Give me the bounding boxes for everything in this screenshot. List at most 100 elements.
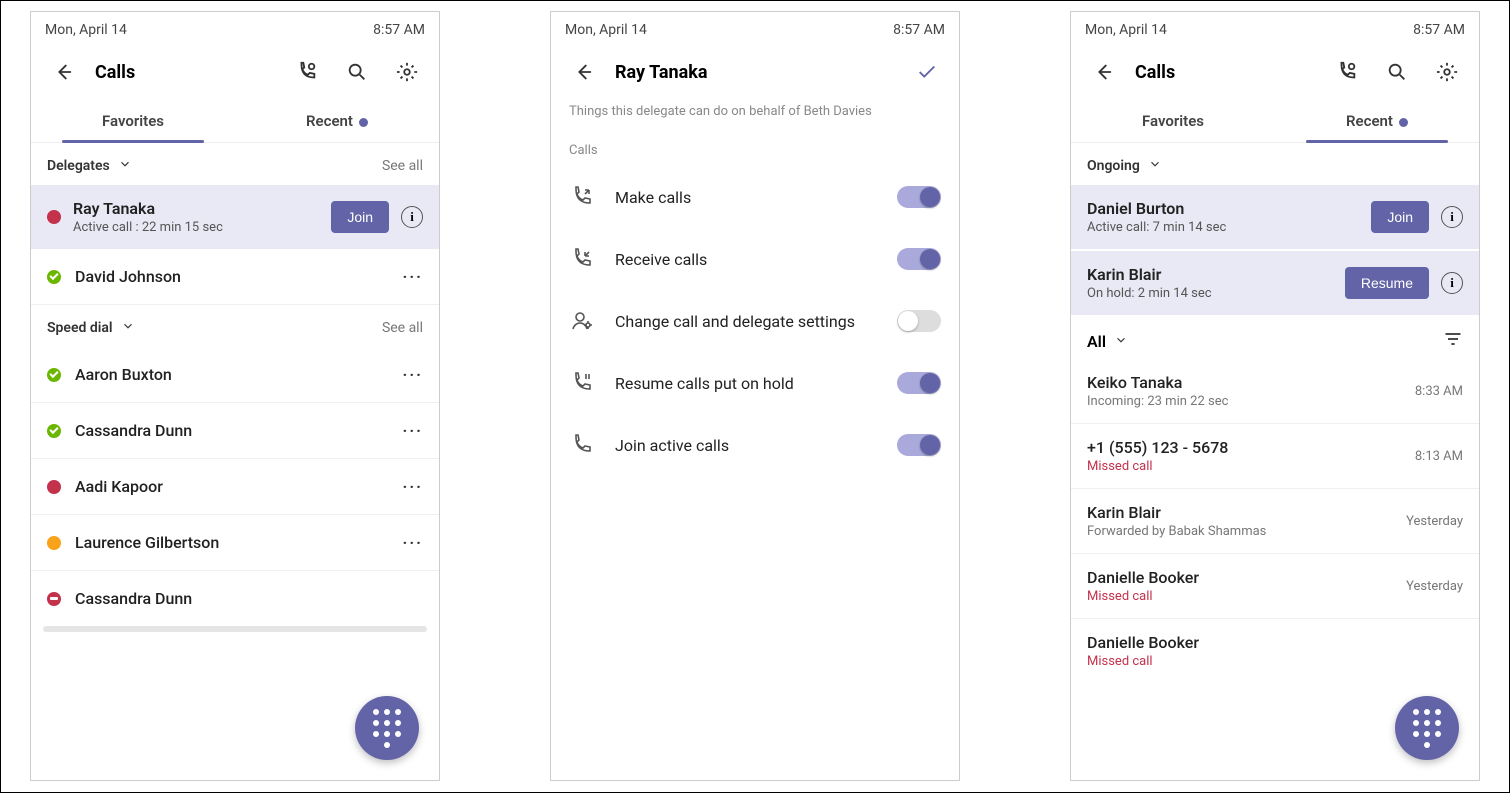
presence-available-icon <box>47 424 61 438</box>
delegate-description: Things this delegate can do on behalf of… <box>551 100 959 135</box>
back-icon[interactable] <box>565 54 601 90</box>
info-icon[interactable]: i <box>1441 272 1463 294</box>
chevron-down-icon <box>118 157 132 175</box>
see-all-link[interactable]: See all <box>382 320 423 336</box>
screen-favorites: Mon, April 14 8:57 AM Calls Favorites Re… <box>30 11 440 781</box>
dialpad-icon <box>1413 709 1441 748</box>
resume-button[interactable]: Resume <box>1345 267 1429 299</box>
chevron-down-icon <box>1148 157 1162 175</box>
ongoing-call-card[interactable]: Daniel Burton Active call: 7 min 14 sec … <box>1071 185 1479 249</box>
change-settings-icon <box>569 308 595 334</box>
more-icon[interactable]: ··· <box>403 477 423 496</box>
contact-row[interactable]: Aaron Buxton ··· <box>31 347 439 403</box>
receive-calls-icon <box>569 246 595 272</box>
presence-away-icon <box>47 536 61 550</box>
filter-icon[interactable] <box>1443 329 1463 353</box>
perm-change-settings: Change call and delegate settings <box>551 290 959 352</box>
search-icon[interactable] <box>339 54 375 90</box>
status-time: 8:57 AM <box>373 22 425 38</box>
contact-row[interactable]: Aadi Kapoor ··· <box>31 459 439 515</box>
contact-name: David Johnson <box>75 267 389 286</box>
perm-make-calls: Make calls <box>551 166 959 228</box>
make-calls-icon <box>569 184 595 210</box>
toggle-receive-calls[interactable] <box>897 248 941 270</box>
dialpad-fab[interactable] <box>355 696 419 760</box>
status-bar: Mon, April 14 8:57 AM <box>1071 12 1479 44</box>
toggle-change-settings[interactable] <box>897 310 941 332</box>
toggle-join-active[interactable] <box>897 434 941 456</box>
ongoing-call-card[interactable]: Karin Blair On hold: 2 min 14 sec Resume… <box>1071 251 1479 315</box>
contact-row[interactable]: Cassandra Dunn ··· <box>31 403 439 459</box>
perm-join-active: Join active calls <box>551 414 959 476</box>
screen-delegate-permissions: Mon, April 14 8:57 AM Ray Tanaka Things … <box>550 11 960 781</box>
tab-favorites[interactable]: Favorites <box>31 100 235 142</box>
tab-favorites[interactable]: Favorites <box>1071 100 1275 142</box>
presence-busy-icon <box>47 480 61 494</box>
page-title: Calls <box>95 62 275 83</box>
perm-resume-hold: Resume calls put on hold <box>551 352 959 414</box>
settings-icon[interactable] <box>389 54 425 90</box>
more-icon[interactable]: ··· <box>403 421 423 440</box>
page-title: Calls <box>1135 62 1315 83</box>
app-bar: Calls <box>31 44 439 100</box>
active-call-status: Active call : 22 min 15 sec <box>73 220 319 235</box>
status-date: Mon, April 14 <box>45 22 127 38</box>
toggle-make-calls[interactable] <box>897 186 941 208</box>
recent-badge-dot <box>1399 118 1408 127</box>
resume-hold-icon <box>569 370 595 396</box>
chevron-down-icon <box>121 319 135 337</box>
search-icon[interactable] <box>1379 54 1415 90</box>
presence-busy-icon <box>47 210 61 224</box>
section-label: Calls <box>551 135 959 166</box>
status-bar: Mon, April 14 8:57 AM <box>551 12 959 44</box>
join-button[interactable]: Join <box>1371 201 1429 233</box>
info-icon[interactable]: i <box>1441 206 1463 228</box>
voicemail-icon[interactable] <box>289 54 325 90</box>
screen-recent: Mon, April 14 8:57 AM Calls Favorites Re… <box>1070 11 1480 781</box>
ongoing-header[interactable]: Ongoing <box>1071 143 1479 185</box>
confirm-check-icon[interactable] <box>909 54 945 90</box>
back-icon[interactable] <box>45 54 81 90</box>
join-button[interactable]: Join <box>331 201 389 233</box>
presence-available-icon <box>47 270 61 284</box>
status-bar: Mon, April 14 8:57 AM <box>31 12 439 44</box>
dialpad-fab[interactable] <box>1395 696 1459 760</box>
contact-row[interactable]: Laurence Gilbertson ··· <box>31 515 439 571</box>
tab-recent[interactable]: Recent <box>1275 100 1479 142</box>
presence-dnd-icon <box>47 592 61 606</box>
perm-receive-calls: Receive calls <box>551 228 959 290</box>
back-icon[interactable] <box>1085 54 1121 90</box>
more-icon[interactable]: ··· <box>403 267 423 286</box>
call-history-row[interactable]: Danielle BookerMissed call Yesterday <box>1071 554 1479 619</box>
app-bar: Calls <box>1071 44 1479 100</box>
call-history-row[interactable]: Danielle BookerMissed call <box>1071 619 1479 683</box>
speed-dial-header[interactable]: Speed dial See all <box>31 305 439 347</box>
more-icon[interactable]: ··· <box>403 533 423 552</box>
contact-row[interactable]: David Johnson ··· <box>31 249 439 305</box>
presence-available-icon <box>47 368 61 382</box>
toggle-resume-hold[interactable] <box>897 372 941 394</box>
app-bar: Ray Tanaka <box>551 44 959 100</box>
call-history-row[interactable]: +1 (555) 123 - 5678Missed call 8:13 AM <box>1071 424 1479 489</box>
contact-row[interactable]: Cassandra Dunn <box>31 571 439 626</box>
delegates-header[interactable]: Delegates See all <box>31 143 439 185</box>
join-active-icon <box>569 432 595 458</box>
call-history-row[interactable]: Karin BlairForwarded by Babak Shammas Ye… <box>1071 489 1479 554</box>
recent-badge-dot <box>359 118 368 127</box>
page-title: Ray Tanaka <box>615 62 895 83</box>
settings-icon[interactable] <box>1429 54 1465 90</box>
tab-recent[interactable]: Recent <box>235 100 439 142</box>
tabs: Favorites Recent <box>1071 100 1479 143</box>
call-history-row[interactable]: Keiko TanakaIncoming: 23 min 22 sec 8:33… <box>1071 359 1479 424</box>
see-all-link[interactable]: See all <box>382 158 423 174</box>
scroll-indicator <box>43 626 427 632</box>
active-call-card[interactable]: Ray Tanaka Active call : 22 min 15 sec J… <box>31 185 439 249</box>
active-call-name: Ray Tanaka <box>73 199 319 218</box>
dialpad-icon <box>373 709 401 748</box>
info-icon[interactable]: i <box>401 206 423 228</box>
voicemail-icon[interactable] <box>1329 54 1365 90</box>
chevron-down-icon <box>1114 332 1128 351</box>
all-filter-header[interactable]: All <box>1071 317 1479 359</box>
more-icon[interactable]: ··· <box>403 365 423 384</box>
tabs: Favorites Recent <box>31 100 439 143</box>
